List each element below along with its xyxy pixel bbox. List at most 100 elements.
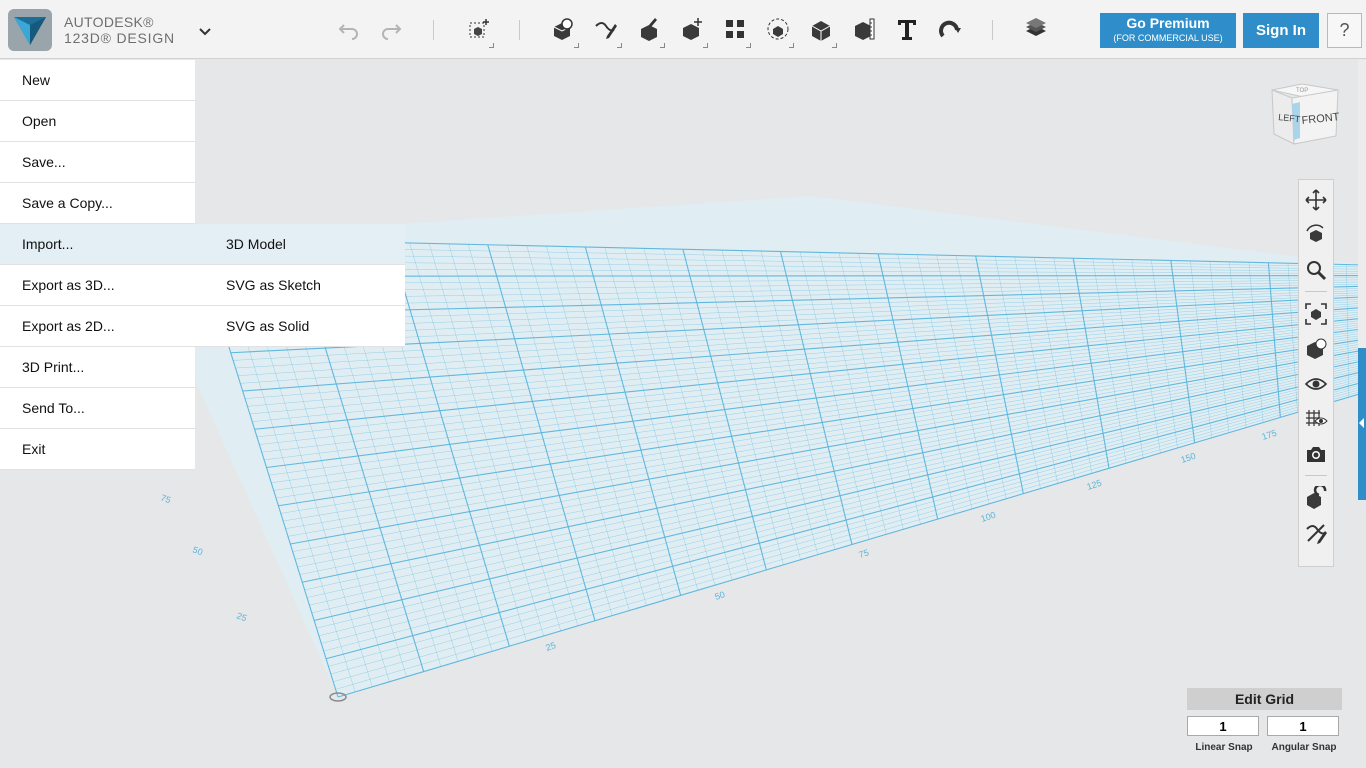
grid-label: 100	[980, 510, 997, 524]
dropdown-corner-icon	[789, 43, 794, 48]
view-cube-button[interactable]	[1302, 335, 1330, 363]
edit-grid-panel: Edit Grid Linear Snap Angular Snap	[1187, 688, 1342, 758]
import-submenu: 3D Model SVG as Sketch SVG as Solid	[195, 224, 405, 347]
snap-object-button[interactable]	[1302, 484, 1330, 512]
transform-icon	[469, 19, 489, 38]
go-premium-button[interactable]: Go Premium (FOR COMMERCIAL USE)	[1100, 13, 1236, 48]
submenu-item-svg-sketch[interactable]: SVG as Sketch	[195, 265, 405, 306]
zoom-icon	[1307, 261, 1327, 281]
view-cube-top-label: TOP	[1296, 88, 1308, 94]
grid-view-icon	[1306, 410, 1328, 426]
hide-sketch-button[interactable]	[1302, 519, 1330, 547]
linear-snap-input[interactable]	[1187, 716, 1259, 736]
dropdown-corner-icon	[574, 43, 579, 48]
3d-viewport[interactable]: 75 50 25 25 50 75 100 125 150 175	[0, 60, 1366, 768]
grid-label: 25	[544, 640, 557, 653]
grid-label: 75	[159, 492, 172, 505]
linear-snap-label: Linear Snap	[1195, 742, 1253, 753]
menu-item-exit[interactable]: Exit	[0, 429, 195, 470]
grouping-icon	[767, 18, 789, 40]
fit-icon	[1305, 303, 1327, 325]
menu-item-save-copy[interactable]: Save a Copy...	[0, 183, 195, 224]
view-cube[interactable]: LEFT FRONT TOP	[1262, 80, 1346, 160]
measure-tool-button[interactable]	[848, 13, 880, 45]
go-premium-label: Go Premium	[1126, 15, 1210, 31]
zoom-button[interactable]	[1302, 256, 1330, 284]
undo-icon	[338, 24, 358, 40]
pan-icon	[1305, 189, 1327, 211]
snap-object-icon	[1307, 486, 1327, 509]
menu-item-export-3d[interactable]: Export as 3D...	[0, 265, 195, 306]
material-tool-button[interactable]	[1020, 13, 1052, 45]
hide-sketch-icon	[1306, 524, 1327, 544]
dropdown-corner-icon	[746, 43, 751, 48]
menu-item-save[interactable]: Save...	[0, 142, 195, 183]
side-panel-toggle[interactable]	[1358, 348, 1366, 500]
brand-line-2: 123D® DESIGN	[64, 30, 175, 46]
combine-tool-button[interactable]	[805, 13, 837, 48]
combine-icon	[811, 21, 831, 41]
grid-label: 75	[858, 547, 871, 560]
view-cube-icon	[1307, 338, 1327, 359]
menu-item-export-2d[interactable]: Export as 2D...	[0, 306, 195, 347]
grid-view-button[interactable]	[1302, 405, 1330, 433]
dropdown-corner-icon	[703, 43, 708, 48]
primitives-icon	[553, 18, 573, 40]
modify-icon	[683, 18, 702, 40]
grid-label: 50	[714, 589, 727, 602]
fit-button[interactable]	[1302, 300, 1330, 328]
pattern-tool-button[interactable]	[719, 13, 751, 48]
snap-icon	[939, 20, 961, 38]
transform-tool-button[interactable]	[462, 13, 494, 48]
toolbar-divider	[992, 20, 993, 40]
top-toolbar: AUTODESK® 123D® DESIGN Go Premium (FOR C…	[0, 0, 1366, 59]
grid-label: 175	[1261, 428, 1278, 442]
submenu-item-3d-model[interactable]: 3D Model	[195, 224, 405, 265]
redo-button[interactable]	[375, 13, 407, 45]
camera-icon	[1307, 447, 1325, 462]
snap-tool-button[interactable]	[934, 13, 966, 45]
angular-snap-label: Angular Snap	[1271, 742, 1337, 753]
angular-snap-input[interactable]	[1267, 716, 1339, 736]
toolbar-divider	[433, 20, 434, 40]
material-icon	[1026, 18, 1046, 36]
edit-grid-button[interactable]: Edit Grid	[1187, 688, 1342, 710]
menu-item-open[interactable]: Open	[0, 101, 195, 142]
main-menu-toggle[interactable]	[192, 22, 218, 44]
chevron-down-icon	[198, 24, 212, 42]
menu-item-send-to[interactable]: Send To...	[0, 388, 195, 429]
construct-icon	[641, 18, 657, 41]
menu-item-import[interactable]: Import...	[0, 224, 195, 265]
visibility-icon	[1304, 378, 1328, 390]
navigation-bar	[1298, 179, 1334, 567]
grid-label: 150	[1180, 451, 1197, 465]
redo-icon	[382, 24, 402, 40]
file-menu: New Open Save... Save a Copy... Import..…	[0, 60, 195, 470]
app-logo-icon[interactable]	[8, 9, 52, 51]
brand-line-1: AUTODESK®	[64, 14, 154, 30]
grid-label: 25	[235, 610, 248, 623]
orbit-button[interactable]	[1302, 221, 1330, 249]
construct-tool-button[interactable]	[633, 13, 665, 48]
sketch-tool-button[interactable]	[590, 13, 622, 48]
camera-button[interactable]	[1302, 440, 1330, 468]
side-panel-track	[1358, 60, 1366, 348]
sign-in-button[interactable]: Sign In	[1243, 13, 1319, 48]
pan-button[interactable]	[1302, 186, 1330, 214]
undo-button[interactable]	[333, 13, 365, 45]
primitives-tool-button[interactable]	[547, 13, 579, 48]
text-tool-button[interactable]	[891, 13, 923, 45]
menu-item-3d-print[interactable]: 3D Print...	[0, 347, 195, 388]
dropdown-corner-icon	[832, 43, 837, 48]
grouping-tool-button[interactable]	[762, 13, 794, 48]
dropdown-corner-icon	[489, 43, 494, 48]
help-button[interactable]: ?	[1327, 13, 1362, 48]
workplane-grid: 75 50 25 25 50 75 100 125 150 175	[159, 196, 1366, 702]
grid-label: 50	[191, 544, 204, 557]
visibility-button[interactable]	[1302, 370, 1330, 398]
menu-item-new[interactable]: New	[0, 60, 195, 101]
dropdown-corner-icon	[617, 43, 622, 48]
text-icon	[898, 20, 916, 40]
modify-tool-button[interactable]	[676, 13, 708, 48]
submenu-item-svg-solid[interactable]: SVG as Solid	[195, 306, 405, 347]
